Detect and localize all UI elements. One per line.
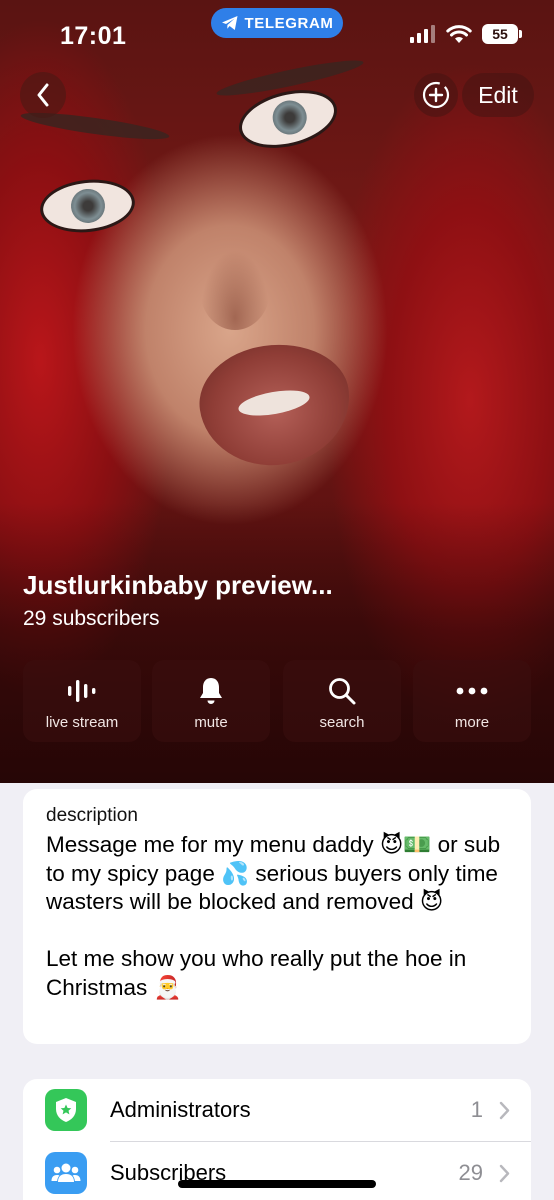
- mute-label: mute: [194, 714, 228, 731]
- signal-icon: [410, 25, 435, 43]
- more-icon: [456, 687, 488, 695]
- subscribers-count: 29: [458, 1160, 483, 1185]
- battery-icon: 55: [482, 24, 522, 44]
- add-circle-icon: [422, 81, 450, 109]
- photo-nose: [200, 250, 270, 330]
- subscribers-icon-tile: [45, 1152, 87, 1194]
- more-button[interactable]: more: [413, 660, 531, 742]
- action-row: live stream mute search more: [23, 660, 531, 742]
- description-card: description Message me for my menu daddy…: [23, 789, 531, 1044]
- telegram-return-pill[interactable]: TELEGRAM: [211, 8, 343, 38]
- battery-level: 55: [492, 26, 508, 42]
- chevron-left-icon: [37, 83, 49, 107]
- shield-star-icon: [56, 1098, 76, 1122]
- people-icon: [51, 1163, 81, 1182]
- administrators-icon-tile: [45, 1089, 87, 1131]
- subscribers-row[interactable]: Subscribers 29: [23, 1142, 531, 1200]
- wifi-icon: [446, 24, 472, 43]
- edit-button[interactable]: Edit: [462, 73, 534, 117]
- back-button[interactable]: [20, 72, 66, 118]
- description-text: Message me for my menu daddy 😈💵 or sub t…: [46, 832, 501, 1000]
- search-icon: [329, 678, 356, 705]
- description-heading: description: [46, 805, 138, 826]
- subscriber-count: 29 subscribers: [23, 607, 160, 630]
- home-indicator[interactable]: [178, 1180, 376, 1188]
- live-stream-icon: [68, 680, 96, 702]
- administrators-label: Administrators: [110, 1097, 251, 1122]
- photo-eye-left: [37, 175, 138, 237]
- chevron-right-icon: [499, 1099, 513, 1121]
- status-time: 17:01: [60, 22, 127, 50]
- bell-icon: [200, 678, 222, 704]
- search-label: search: [319, 714, 365, 731]
- channel-title: Justlurkinbaby preview...: [23, 570, 333, 600]
- live-stream-label: live stream: [45, 714, 119, 731]
- telegram-pill-label: TELEGRAM: [244, 14, 334, 32]
- telegram-plane-icon: [221, 16, 238, 30]
- search-button[interactable]: search: [283, 660, 401, 742]
- status-icons: 55: [410, 24, 522, 44]
- mute-button[interactable]: mute: [152, 660, 270, 742]
- chevron-right-icon: [499, 1162, 513, 1184]
- administrators-count: 1: [470, 1097, 483, 1122]
- add-button[interactable]: [414, 73, 458, 117]
- more-label: more: [454, 714, 490, 731]
- live-stream-button[interactable]: live stream: [23, 660, 141, 742]
- administrators-row[interactable]: Administrators 1: [23, 1079, 531, 1142]
